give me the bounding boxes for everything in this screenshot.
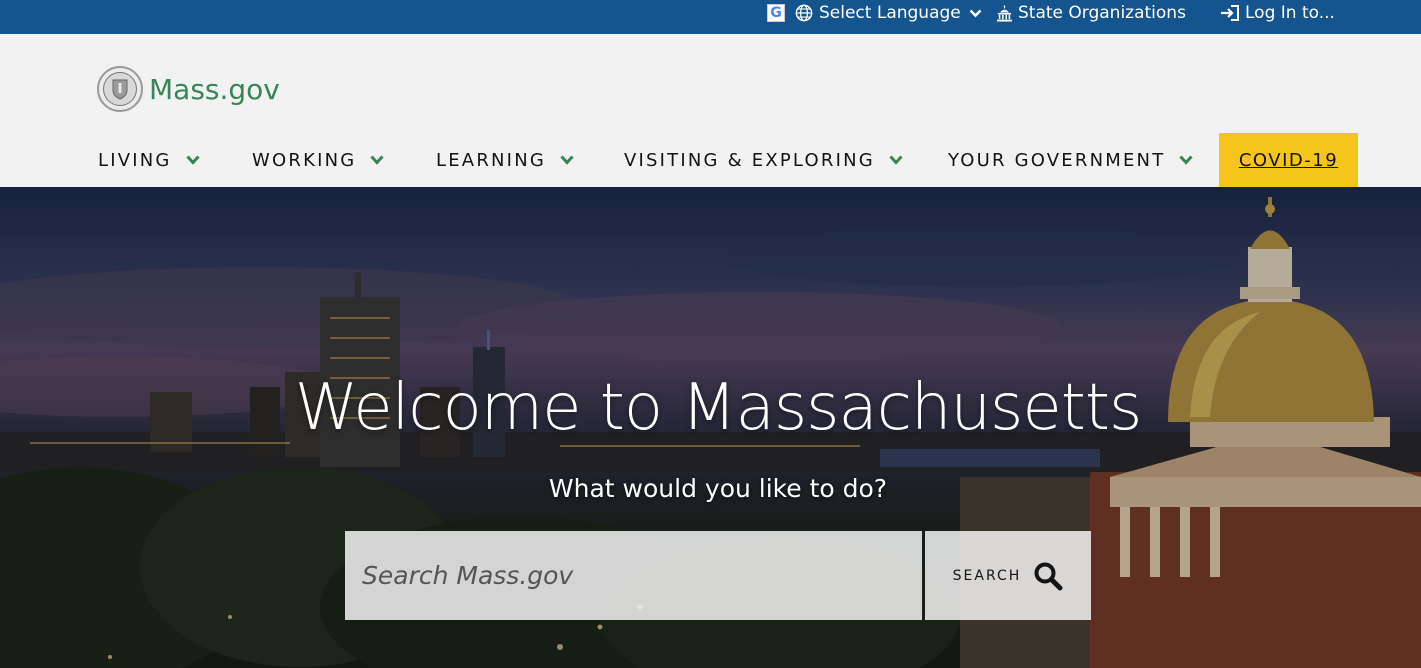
nav-item-label: LIVING	[98, 149, 172, 171]
chevron-down-icon	[969, 9, 982, 17]
search-icon	[1034, 562, 1063, 590]
search-input[interactable]	[345, 531, 922, 620]
state-organizations-label: State Organizations	[1018, 3, 1186, 23]
capitol-building-icon	[996, 4, 1013, 22]
nav-item-your-government[interactable]: YOUR GOVERNMENT	[948, 133, 1194, 187]
site-header: Mass.gov LIVING WORKING LEARNING VISITIN…	[0, 34, 1421, 187]
nav-item-label: WORKING	[252, 149, 357, 171]
state-organizations-link[interactable]: State Organizations	[996, 0, 1186, 26]
nav-item-label: YOUR GOVERNMENT	[948, 149, 1166, 171]
chevron-down-icon	[889, 155, 903, 165]
nav-item-label: LEARNING	[436, 149, 547, 171]
login-label: Log In to...	[1245, 3, 1335, 23]
state-seal-icon	[97, 66, 143, 112]
nav-item-working[interactable]: WORKING	[252, 133, 385, 187]
main-navigation: LIVING WORKING LEARNING VISITING & EXPLO…	[0, 133, 1421, 187]
chevron-down-icon	[1179, 155, 1194, 165]
nav-item-learning[interactable]: LEARNING	[436, 133, 574, 187]
language-label: Select Language	[819, 3, 961, 23]
nav-item-label: VISITING & EXPLORING	[624, 149, 875, 171]
nav-item-living[interactable]: LIVING	[98, 133, 200, 187]
nav-item-visiting-exploring[interactable]: VISITING & EXPLORING	[624, 133, 903, 187]
google-translate-icon: G	[767, 4, 785, 22]
utility-bar: G Select Language State Organizations Lo…	[0, 0, 1421, 34]
hero-subtitle: What would you like to do?	[548, 474, 888, 503]
chevron-down-icon	[560, 155, 574, 165]
globe-icon	[795, 4, 813, 22]
search-button-label: SEARCH	[952, 567, 1022, 584]
covid-19-link[interactable]: COVID-19	[1219, 133, 1358, 187]
hero-title: Welcome to Massachusetts	[294, 371, 1143, 445]
hero-banner: Welcome to Massachusetts What would you …	[0, 187, 1421, 668]
login-link[interactable]: Log In to...	[1220, 0, 1335, 26]
mass-gov-logo[interactable]: Mass.gov	[97, 66, 280, 112]
language-selector[interactable]: G Select Language	[767, 0, 982, 26]
chevron-down-icon	[185, 155, 200, 165]
sign-in-icon	[1221, 5, 1239, 21]
logo-text: Mass.gov	[149, 72, 280, 106]
search-button[interactable]: SEARCH	[925, 531, 1091, 620]
chevron-down-icon	[370, 155, 385, 165]
